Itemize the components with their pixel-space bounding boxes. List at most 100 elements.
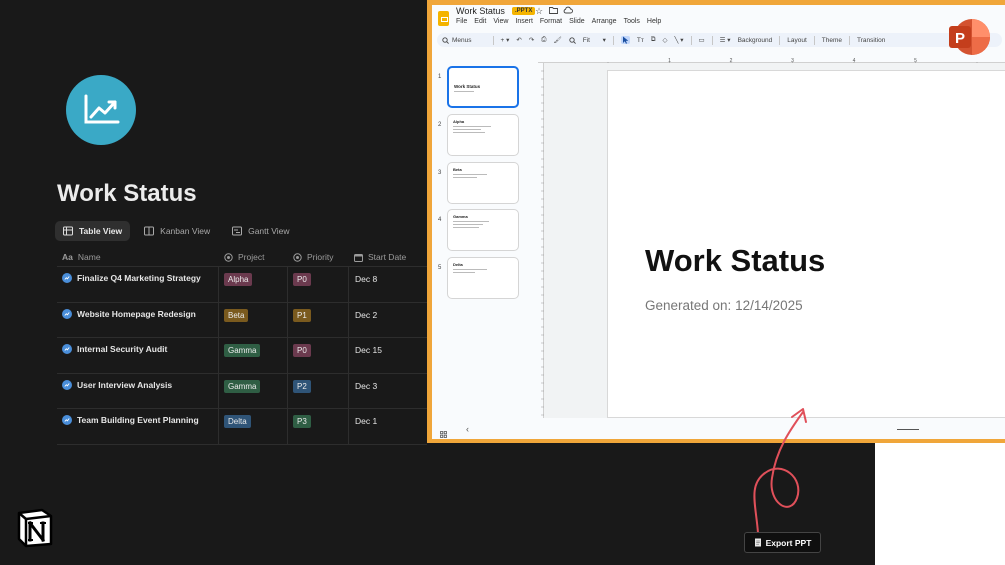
zoom-icon[interactable]: [569, 36, 576, 44]
menu-format[interactable]: Format: [540, 18, 562, 25]
google-slides-logo-icon: [438, 11, 449, 26]
image-icon[interactable]: ⧉: [651, 36, 656, 44]
slide-subtitle[interactable]: Generated on: 12/14/2025: [645, 298, 803, 313]
comment-icon[interactable]: ▭: [699, 36, 705, 44]
slide-filmstrip: 1 Work Status 2 Alpha 3 Beta 4 Gamma 5 D…: [432, 53, 532, 418]
name-cell[interactable]: Internal Security Audit: [57, 338, 219, 373]
line-icon[interactable]: ╲ ▾: [675, 36, 684, 44]
select-cursor-icon[interactable]: [620, 36, 630, 44]
name-cell[interactable]: User Interview Analysis: [57, 373, 219, 408]
project-tag: Gamma: [224, 344, 261, 357]
menu-view[interactable]: View: [493, 18, 508, 25]
toolbar-divider: [813, 35, 815, 45]
document-title[interactable]: Work Status: [456, 6, 505, 16]
date-cell[interactable]: Dec 8: [349, 267, 427, 302]
tab-table-view[interactable]: Table View: [55, 221, 131, 241]
calendar-icon: [354, 253, 363, 262]
project-cell[interactable]: Gamma: [219, 373, 288, 408]
slides-window: Work Status .PPTX ☆ File Edit View Inser…: [427, 0, 1005, 443]
table-row[interactable]: Internal Security Audit Gamma P0 Dec 15: [57, 338, 427, 374]
date-cell[interactable]: Dec 1: [349, 409, 427, 444]
page-title: Work Status: [57, 180, 197, 207]
toolbar-divider: [849, 35, 851, 45]
priority-cell[interactable]: P3: [288, 409, 349, 444]
toolbar-divider: [779, 35, 781, 45]
menu-arrange[interactable]: Arrange: [592, 18, 617, 25]
date-cell[interactable]: Dec 2: [349, 303, 427, 338]
slide-thumbnail[interactable]: Delta: [447, 257, 519, 299]
bottom-bar: ‹: [432, 418, 1005, 439]
priority-tag: P0: [293, 273, 311, 286]
project-cell[interactable]: Gamma: [219, 338, 288, 373]
tab-label: Gantt View: [248, 226, 290, 236]
start-date: Dec 1: [355, 416, 378, 426]
print-icon[interactable]: ⎙: [541, 36, 546, 44]
transition-button[interactable]: Transition: [857, 37, 885, 44]
name-cell[interactable]: Team Building Event Planning: [57, 409, 219, 444]
shape-icon[interactable]: ◇: [663, 36, 668, 44]
task-icon: [62, 379, 72, 390]
menu-help[interactable]: Help: [647, 18, 661, 25]
cloud-icon[interactable]: [563, 6, 573, 16]
table-icon: [63, 226, 73, 236]
column-header-name[interactable]: Aa Name: [57, 252, 219, 262]
project-cell[interactable]: Delta: [219, 409, 288, 444]
export-ppt-label: Export PPT: [765, 537, 812, 548]
table-row[interactable]: Team Building Event Planning Delta P3 Dec 1: [57, 409, 427, 445]
new-slide-icon[interactable]: + ▾: [501, 36, 510, 44]
menu-file[interactable]: File: [456, 18, 467, 25]
menu-edit[interactable]: Edit: [474, 18, 486, 25]
layout-button[interactable]: Layout: [787, 37, 807, 44]
slide[interactable]: Work Status Generated on: 12/14/2025: [607, 70, 1005, 418]
folder-icon[interactable]: [549, 6, 558, 16]
date-cell[interactable]: Dec 15: [349, 338, 427, 373]
name-cell[interactable]: Website Homepage Redesign: [57, 302, 219, 337]
menus-search[interactable]: Menus: [442, 37, 472, 44]
column-header-start-date[interactable]: Start Date: [349, 252, 427, 262]
undo-icon[interactable]: ↶: [516, 36, 521, 44]
table-row[interactable]: Finalize Q4 Marketing Strategy Alpha P0 Dec…: [57, 267, 427, 303]
chevron-left-icon[interactable]: ‹: [466, 424, 469, 434]
slide-thumbnail[interactable]: Alpha: [447, 114, 519, 156]
export-ppt-button[interactable]: Export PPT: [744, 532, 821, 553]
slide-thumbnail[interactable]: Gamma: [447, 209, 519, 251]
zoom-select[interactable]: Fit ▾: [583, 36, 606, 44]
priority-tag: P3: [293, 415, 311, 428]
paint-format-icon[interactable]: 🖌: [554, 36, 562, 44]
priority-cell[interactable]: P2: [288, 373, 349, 408]
theme-button[interactable]: Theme: [822, 37, 842, 44]
date-cell[interactable]: Dec 3: [349, 374, 427, 409]
column-header-priority[interactable]: Priority: [288, 252, 349, 262]
task-icon: [62, 273, 72, 283]
background-button[interactable]: Background: [738, 37, 773, 44]
column-header-project[interactable]: Project: [219, 252, 288, 262]
menu-tools[interactable]: Tools: [624, 18, 640, 25]
slide-thumbnail[interactable]: Work Status: [447, 66, 519, 108]
slide-thumbnail[interactable]: Beta: [447, 162, 519, 204]
powerpoint-letter: P: [955, 30, 965, 47]
align-icon[interactable]: ☰ ▾: [720, 36, 731, 44]
table-row[interactable]: Website Homepage Redesign Beta P1 Dec 2: [57, 302, 427, 338]
priority-cell[interactable]: P0: [288, 267, 349, 302]
speaker-notes-handle[interactable]: [897, 429, 919, 430]
menu-insert[interactable]: Insert: [515, 18, 533, 25]
menu-slide[interactable]: Slide: [569, 18, 585, 25]
task-name: Internal Security Audit: [77, 344, 168, 354]
slide-number: 3: [438, 170, 442, 176]
redo-icon[interactable]: ↷: [529, 36, 534, 44]
table-row[interactable]: User Interview Analysis Gamma P2 Dec 3: [57, 373, 427, 409]
project-cell[interactable]: Alpha: [219, 267, 288, 302]
task-name: Team Building Event Planning: [77, 415, 199, 425]
text-box-icon[interactable]: Tт: [637, 37, 644, 44]
project-cell[interactable]: Beta: [219, 302, 288, 337]
tab-label: Kanban View: [160, 226, 211, 236]
priority-cell[interactable]: P0: [288, 338, 349, 373]
tab-kanban-view[interactable]: Kanban View: [136, 221, 218, 241]
priority-cell[interactable]: P1: [288, 302, 349, 337]
name-cell[interactable]: Finalize Q4 Marketing Strategy: [57, 267, 219, 302]
tab-gantt-view[interactable]: Gantt View: [224, 221, 297, 241]
star-icon[interactable]: ☆: [535, 6, 543, 17]
grid-view-icon[interactable]: [440, 425, 447, 439]
slide-title[interactable]: Work Status: [645, 243, 825, 279]
task-name: Website Homepage Redesign: [77, 308, 196, 319]
